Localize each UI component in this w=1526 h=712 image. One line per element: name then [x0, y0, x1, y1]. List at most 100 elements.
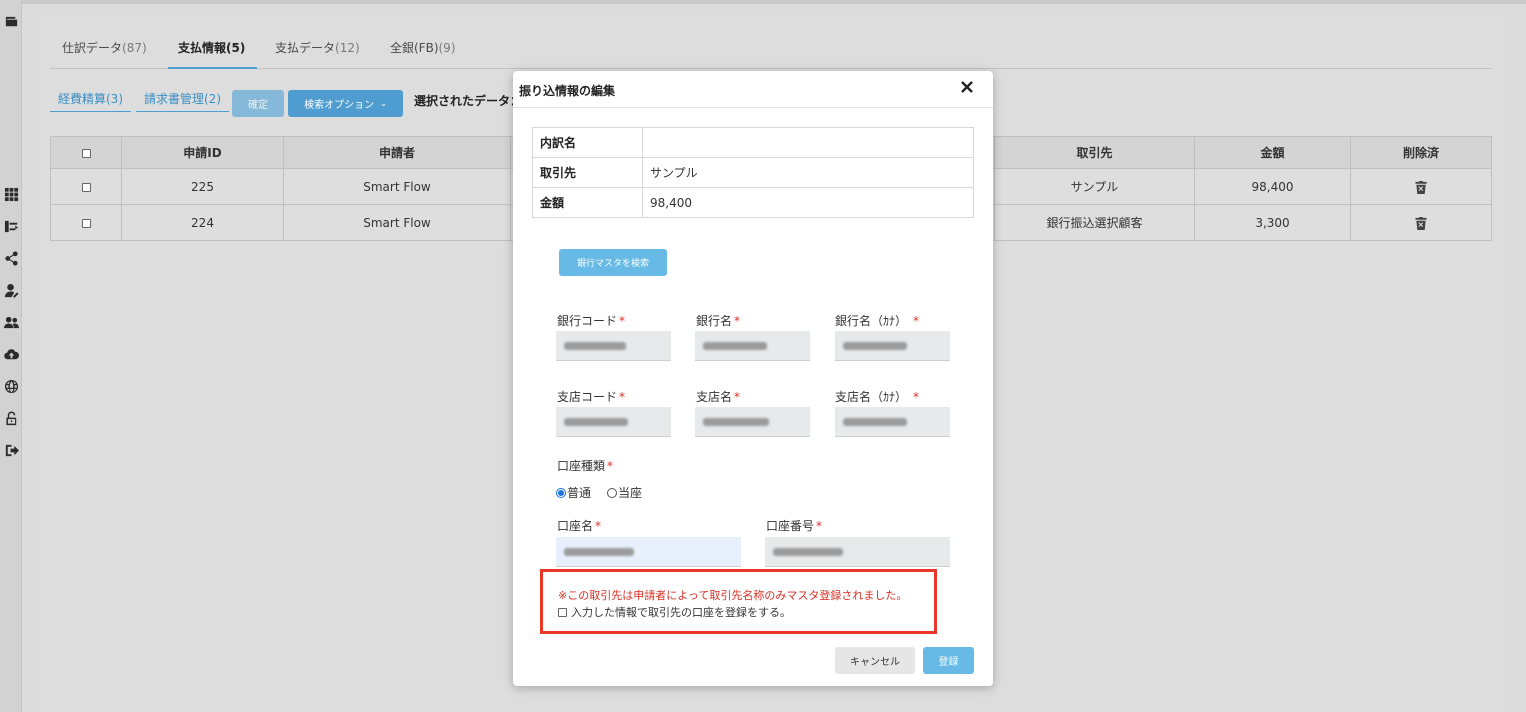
- branch-name-kana-label: 支店名（ｶﾅ） *: [835, 388, 919, 405]
- summary-table: 内訳名 取引先 サンプル 金額 98,400: [532, 127, 974, 218]
- top-bar: [22, 0, 1526, 4]
- tab-payment-info[interactable]: 支払情報(5): [168, 30, 258, 69]
- partner: サンプル: [994, 168, 1195, 205]
- required-mark: *: [734, 390, 741, 404]
- select-all-checkbox[interactable]: [81, 148, 91, 158]
- sublink-expense[interactable]: 経費精算(3): [50, 88, 131, 112]
- sublink-invoice[interactable]: 請求書管理(2): [136, 88, 229, 112]
- user-edit-icon[interactable]: [2, 281, 20, 299]
- row-checkbox[interactable]: [81, 218, 91, 228]
- account-type-current-radio[interactable]: 当座: [607, 484, 642, 501]
- label-text: 支店名: [696, 390, 733, 404]
- required-mark: *: [607, 459, 614, 473]
- branch-code-input[interactable]: [556, 407, 671, 437]
- label-text: 銀行コード: [557, 314, 618, 328]
- selected-data-label: 選択されたデータ：: [414, 94, 523, 108]
- label-text: 支店名（ｶﾅ）: [835, 390, 908, 404]
- notice-text: ※この取引先は申請者によって取引先名称のみマスタ登録されました。: [558, 589, 908, 602]
- sidebar: [0, 0, 22, 712]
- confirm-button[interactable]: 確定: [232, 90, 284, 117]
- tab-journal-data[interactable]: 仕訳データ(87): [62, 30, 147, 69]
- applicant: Smart Flow: [283, 204, 511, 241]
- trash-icon[interactable]: [1415, 216, 1427, 230]
- wallet-icon[interactable]: [2, 12, 20, 30]
- modal-header: 振り込情報の編集: [513, 71, 993, 108]
- users-icon[interactable]: [2, 313, 20, 331]
- row-checkbox[interactable]: [81, 182, 91, 192]
- tab-count: (12): [335, 41, 360, 55]
- summary-row: 内訳名: [532, 127, 974, 158]
- transfer-icon[interactable]: [2, 217, 20, 235]
- required-mark: *: [595, 519, 602, 533]
- tab-payment-data[interactable]: 支払データ(12): [275, 30, 360, 69]
- summary-value: 98,400: [642, 187, 974, 218]
- delete-cell: [1350, 204, 1492, 241]
- required-mark: *: [913, 314, 920, 328]
- modal-title: 振り込情報の編集: [519, 84, 616, 98]
- register-account-checkbox-row[interactable]: 入力した情報で取引先の口座を登録をする。: [558, 604, 791, 620]
- account-type-ordinary-radio[interactable]: 普通: [556, 484, 591, 501]
- summary-key: 金額: [532, 187, 643, 218]
- redacted-value: [564, 418, 628, 426]
- edit-transfer-modal: 振り込情報の編集 内訳名 取引先 サンプル 金額 98,400 銀行マスタを検索 銀…: [513, 71, 993, 686]
- logout-icon[interactable]: [2, 441, 20, 459]
- register-button[interactable]: 登録: [923, 647, 974, 674]
- search-options-button[interactable]: 検索オプション ⌄: [288, 90, 403, 117]
- tab-bar: 仕訳データ(87) 支払情報(5) 支払データ(12) 全銀(FB)(9): [50, 30, 1492, 69]
- select-all-header: [50, 136, 122, 169]
- cancel-button[interactable]: キャンセル: [835, 647, 915, 674]
- row-select-cell: [50, 168, 122, 205]
- tab-zengin-fb[interactable]: 全銀(FB)(9): [390, 30, 456, 69]
- summary-key: 取引先: [532, 157, 643, 188]
- delete-cell: [1350, 168, 1492, 205]
- label-text: 銀行名: [696, 314, 733, 328]
- redacted-value: [843, 418, 907, 426]
- notice-highlight-box: ※この取引先は申請者によって取引先名称のみマスタ登録されました。 入力した情報で…: [540, 569, 937, 634]
- account-name-input[interactable]: [556, 537, 741, 567]
- summary-row: 取引先 サンプル: [532, 157, 974, 188]
- partner: 銀行振込選択顧客: [994, 204, 1195, 241]
- register-account-checkbox[interactable]: [558, 607, 567, 617]
- bank-name-input[interactable]: [695, 331, 810, 361]
- required-mark: *: [913, 390, 920, 404]
- tab-label: 全銀(FB): [390, 41, 439, 55]
- grid-icon[interactable]: [2, 185, 20, 203]
- bank-code-label: 銀行コード *: [557, 312, 625, 329]
- search-options-label: 検索オプション: [304, 100, 375, 111]
- tab-label: 仕訳データ: [62, 41, 123, 55]
- trash-icon[interactable]: [1415, 180, 1427, 194]
- column-header: 取引先: [994, 136, 1195, 169]
- required-mark: *: [734, 314, 741, 328]
- branch-name-kana-input[interactable]: [835, 407, 950, 437]
- register-account-checkbox-label: 入力した情報で取引先の口座を登録をする。: [571, 606, 791, 619]
- bank-code-input[interactable]: [556, 331, 671, 361]
- application-id: 225: [121, 168, 284, 205]
- account-name-label: 口座名 *: [557, 517, 601, 534]
- bank-name-kana-input[interactable]: [835, 331, 950, 361]
- branch-name-label: 支店名 *: [696, 388, 740, 405]
- radio-selected: [556, 487, 566, 498]
- tab-count: (5): [226, 41, 246, 55]
- account-number-input[interactable]: [765, 537, 950, 567]
- redacted-value: [564, 342, 626, 350]
- label-text: 支店コード: [557, 390, 618, 404]
- branch-name-input[interactable]: [695, 407, 810, 437]
- required-mark: *: [619, 314, 626, 328]
- tab-label: 支払情報: [178, 41, 227, 55]
- cloud-upload-icon[interactable]: [2, 345, 20, 363]
- chevron-down-icon: ⌄: [380, 99, 387, 108]
- lock-icon[interactable]: [2, 409, 20, 427]
- label-text: 口座番号: [766, 519, 815, 533]
- redacted-value: [703, 342, 767, 350]
- tab-label: 支払データ: [275, 41, 336, 55]
- applicant: Smart Flow: [283, 168, 511, 205]
- amount: 98,400: [1194, 168, 1351, 205]
- radio-unselected: [607, 487, 617, 498]
- column-header: 申請者: [283, 136, 511, 169]
- close-icon[interactable]: [960, 80, 974, 94]
- radio-label: 普通: [567, 486, 592, 500]
- label-text: 銀行名（ｶﾅ）: [835, 314, 908, 328]
- share-icon[interactable]: [2, 249, 20, 267]
- bank-master-search-button[interactable]: 銀行マスタを検索: [559, 249, 667, 276]
- globe-icon[interactable]: [2, 377, 20, 395]
